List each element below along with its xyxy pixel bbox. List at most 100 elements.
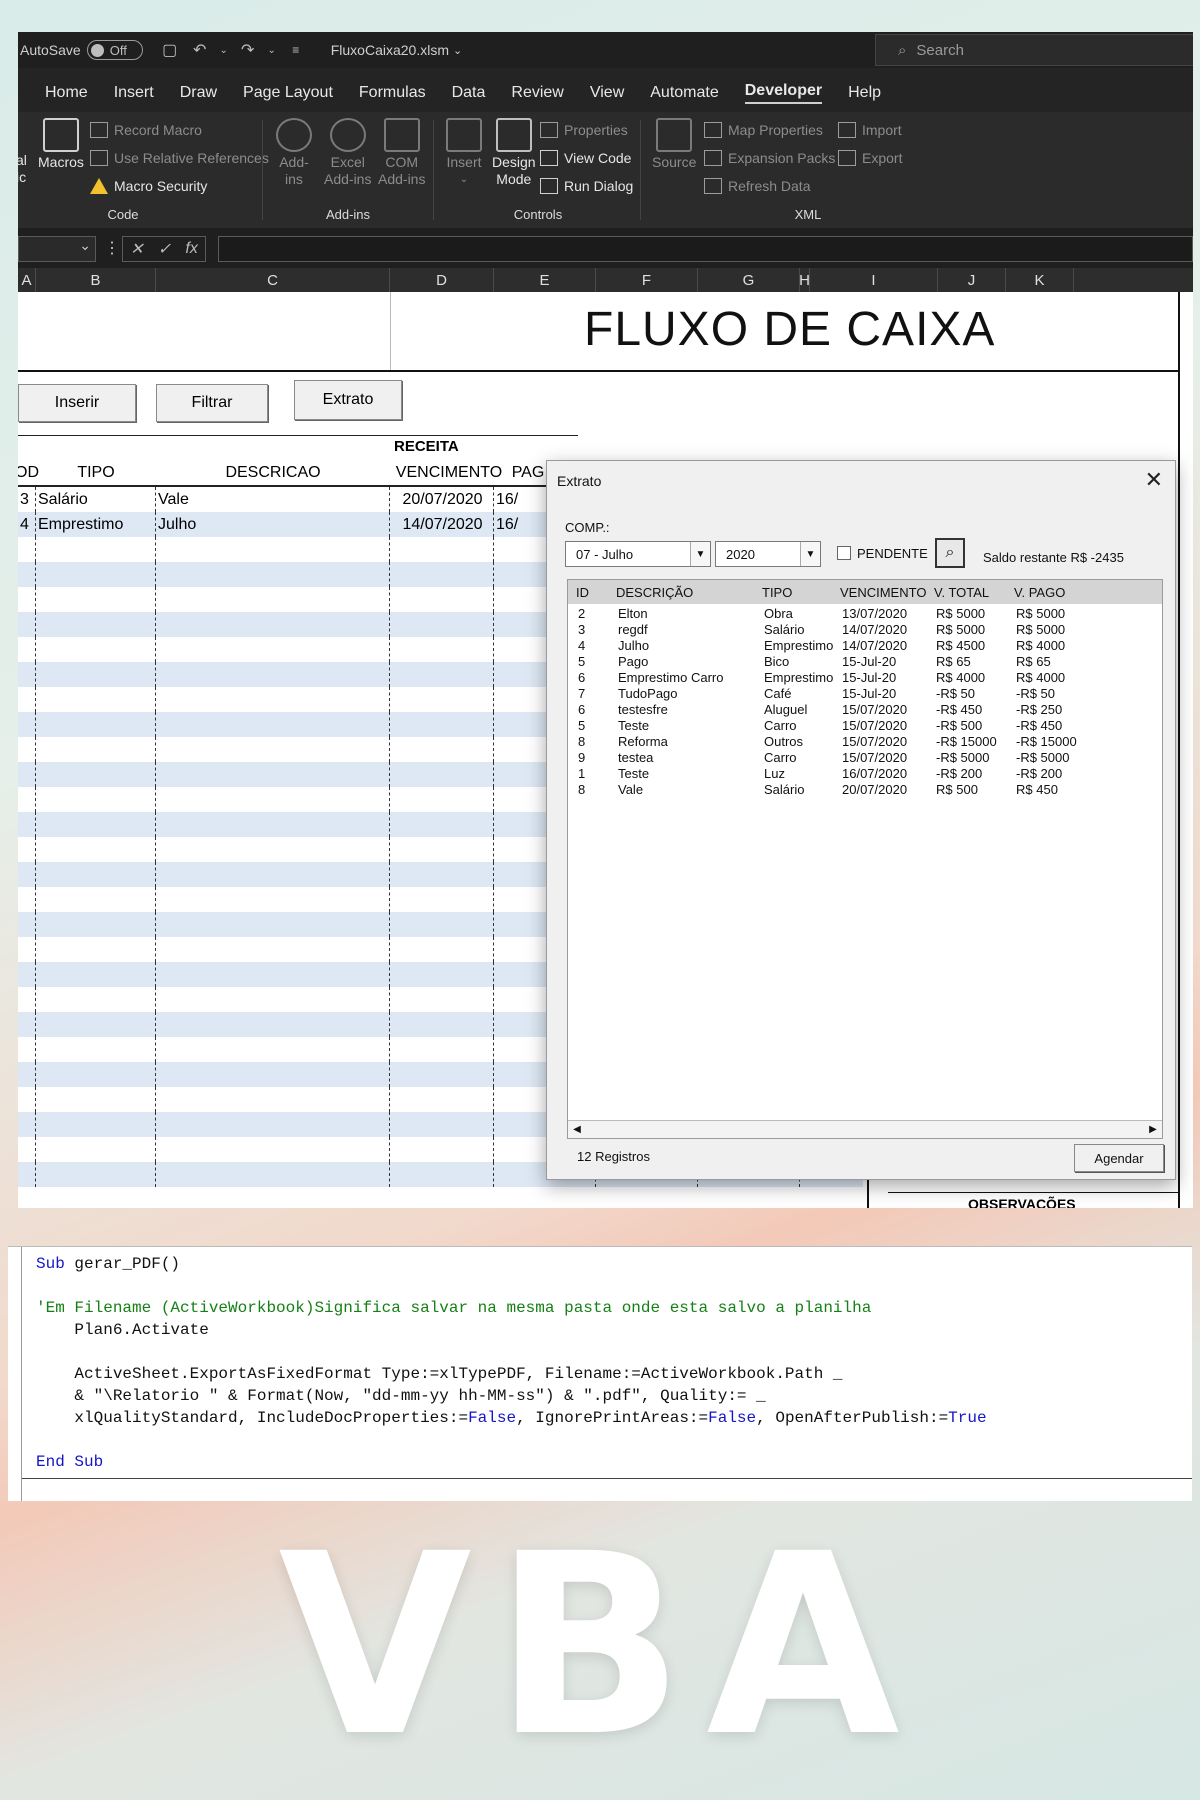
record-macro-button[interactable]: Record Macro [90, 122, 202, 138]
table-cell[interactable] [390, 787, 494, 812]
table-cell[interactable] [156, 912, 390, 937]
table-cell[interactable] [390, 912, 494, 937]
table-cell[interactable] [18, 587, 36, 612]
table-cell[interactable] [36, 637, 156, 662]
chevron-down-icon[interactable]: ▼ [690, 542, 710, 566]
table-cell[interactable] [18, 762, 36, 787]
column-header-j[interactable]: J [938, 268, 1006, 292]
table-cell[interactable] [18, 712, 36, 737]
excel-addins-button[interactable]: Excel Add-ins [324, 118, 371, 188]
table-cell[interactable] [36, 862, 156, 887]
table-cell[interactable] [390, 862, 494, 887]
agendar-button[interactable]: Agendar [1074, 1144, 1164, 1172]
table-cell[interactable] [156, 837, 390, 862]
redo-dropdown-icon[interactable]: ⌄ [263, 41, 281, 59]
column-header-a[interactable]: A [18, 268, 36, 292]
tab-help[interactable]: Help [848, 84, 881, 104]
file-chevron-icon[interactable]: ⌄ [453, 44, 462, 57]
table-cell[interactable] [390, 987, 494, 1012]
code-line[interactable]: Sub gerar_PDF() [36, 1253, 987, 1275]
table-cell[interactable] [36, 562, 156, 587]
table-cell[interactable] [156, 887, 390, 912]
table-cell[interactable] [156, 562, 390, 587]
com-addins-button[interactable]: COM Add-ins [378, 118, 425, 188]
list-item[interactable]: 1 Teste Luz 16/07/2020 -R$ 200 -R$ 200 [568, 766, 1162, 782]
customize-qat-icon[interactable]: ≡ [287, 41, 305, 59]
tab-page-layout[interactable]: Page Layout [243, 84, 333, 104]
table-cell[interactable] [36, 837, 156, 862]
filtrar-button[interactable]: Filtrar [156, 384, 268, 422]
tab-home[interactable]: Home [45, 84, 88, 104]
table-cell[interactable] [36, 687, 156, 712]
table-cell[interactable] [18, 637, 36, 662]
table-cell[interactable] [156, 937, 390, 962]
table-cell[interactable] [390, 537, 494, 562]
table-cell[interactable] [18, 737, 36, 762]
table-cell[interactable] [156, 587, 390, 612]
table-cell[interactable] [390, 1137, 494, 1162]
table-cell[interactable] [156, 537, 390, 562]
table-cell[interactable] [18, 837, 36, 862]
expansion-packs-button[interactable]: Expansion Packs [704, 150, 835, 166]
table-cell[interactable] [390, 1112, 494, 1137]
inserir-button[interactable]: Inserir [18, 384, 136, 422]
table-cell[interactable] [390, 612, 494, 637]
table-cell[interactable]: 14/07/2020 [390, 512, 494, 537]
view-code-button[interactable]: View Code [540, 150, 631, 166]
table-cell[interactable] [390, 812, 494, 837]
list-item[interactable]: 6 Emprestimo Carro Emprestimo 15-Jul-20 R$ 4… [568, 670, 1162, 686]
code-text[interactable]: Sub gerar_PDF() 'Em Filename (ActiveWorkb… [36, 1253, 987, 1473]
chevron-down-icon[interactable]: ▼ [800, 542, 820, 566]
table-cell[interactable] [390, 662, 494, 687]
pendente-checkbox[interactable] [837, 546, 851, 560]
year-select[interactable]: 2020 ▼ [715, 541, 821, 567]
table-cell[interactable] [36, 1112, 156, 1137]
relative-references-button[interactable]: Use Relative References [90, 150, 269, 166]
cancel-icon[interactable]: ✕ [130, 239, 143, 259]
table-cell[interactable] [36, 662, 156, 687]
table-cell[interactable] [156, 762, 390, 787]
tab-review[interactable]: Review [511, 84, 563, 104]
table-cell[interactable] [36, 1012, 156, 1037]
export-button[interactable]: Export [838, 150, 902, 166]
column-header-h[interactable]: H [799, 268, 810, 292]
table-cell[interactable] [390, 1062, 494, 1087]
table-cell[interactable] [18, 1137, 36, 1162]
table-cell[interactable] [156, 812, 390, 837]
table-cell[interactable] [36, 887, 156, 912]
check-icon[interactable]: ✓ [158, 239, 171, 259]
table-cell[interactable] [36, 962, 156, 987]
properties-button[interactable]: Properties [540, 122, 628, 138]
month-select[interactable]: 07 - Julho ▼ [565, 541, 711, 567]
redo-icon[interactable]: ↷ [239, 41, 257, 59]
autosave-toggle[interactable]: Off [86, 40, 143, 60]
table-cell[interactable] [18, 987, 36, 1012]
table-cell[interactable]: Julho [156, 512, 390, 537]
table-cell[interactable]: Vale [156, 487, 390, 512]
refresh-data-button[interactable]: Refresh Data [704, 178, 810, 194]
extrato-list[interactable]: ID DESCRIÇÃO TIPO VENCIMENTO V. TOTAL V. PAGO… [567, 579, 1163, 1139]
table-cell[interactable] [18, 862, 36, 887]
addins-button[interactable]: Add- ins [276, 118, 312, 188]
search-button[interactable]: ⌕ [935, 538, 965, 568]
table-cell[interactable] [156, 862, 390, 887]
table-cell[interactable] [36, 737, 156, 762]
close-icon[interactable]: ✕ [1145, 467, 1163, 493]
column-header-d[interactable]: D [390, 268, 494, 292]
column-header-f[interactable]: F [596, 268, 698, 292]
code-line[interactable] [36, 1275, 987, 1297]
table-cell[interactable] [18, 1162, 36, 1187]
autosave[interactable]: AutoSave Off [20, 40, 143, 60]
run-dialog-button[interactable]: Run Dialog [540, 178, 633, 194]
table-cell[interactable] [156, 687, 390, 712]
macros-button[interactable]: Macros [38, 118, 84, 171]
table-cell[interactable] [36, 1162, 156, 1187]
table-cell[interactable] [390, 687, 494, 712]
column-header-b[interactable]: B [36, 268, 156, 292]
table-cell[interactable] [18, 687, 36, 712]
table-cell[interactable] [18, 962, 36, 987]
table-cell[interactable] [156, 962, 390, 987]
table-cell[interactable] [390, 1037, 494, 1062]
table-cell[interactable] [36, 987, 156, 1012]
scroll-right-icon[interactable]: ▶ [1144, 1121, 1162, 1138]
